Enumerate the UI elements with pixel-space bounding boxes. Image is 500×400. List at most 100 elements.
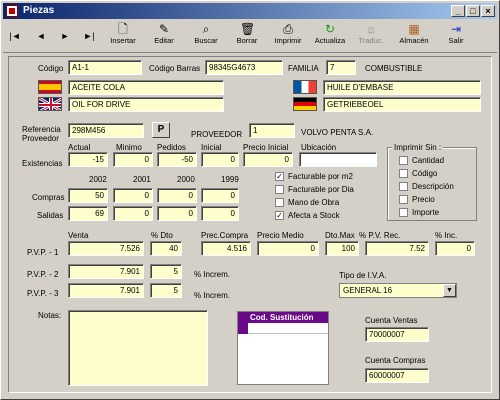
dto-max-header: Dto.Max [325, 231, 355, 240]
maximize-icon[interactable]: □ [466, 5, 480, 17]
compras-label: Compras [32, 193, 65, 202]
p-button[interactable]: P [152, 122, 170, 138]
pvp2-venta-field[interactable]: 7.901 [68, 264, 144, 279]
pvp2-dto-field[interactable]: 5 [150, 264, 182, 279]
pvp3-label: P.V.P. - 3 [27, 289, 59, 298]
imprimir-sin-importe-checkbox[interactable] [399, 208, 408, 217]
edit-icon: ✎ [158, 22, 170, 36]
pvp1-label: P.V.P. - 1 [27, 248, 59, 257]
next-record-icon[interactable]: ► [59, 29, 71, 43]
new-document-icon: 🗋 [118, 22, 128, 36]
last-record-icon[interactable]: ►| [83, 29, 95, 43]
familia-name: COMBUSTIBLE [365, 64, 423, 73]
borrar-button[interactable]: 🗑 Borrar [228, 22, 266, 52]
toolbar: |◄ ◄ ► ►| 🗋 Insertar ✎ Editar ⌕ Buscar 🗑 Bor… [3, 21, 497, 53]
chevron-down-icon[interactable]: ▼ [443, 284, 456, 297]
almacen-button[interactable]: ▦ Almacén [393, 22, 435, 52]
notas-textarea[interactable] [68, 310, 208, 386]
existencias-inicial-field[interactable]: 0 [201, 152, 239, 167]
sustitucion-grid[interactable]: Cod. Sustitución [237, 311, 329, 385]
salidas-2001-field[interactable]: 0 [113, 206, 153, 221]
imprimir-sin-descripcion-checkbox[interactable] [399, 182, 408, 191]
printer-icon: ⎙ [283, 22, 293, 36]
dto-header: % Dto [151, 231, 173, 240]
cuenta-ventas-field[interactable]: 70000007 [365, 327, 429, 342]
pvp2-increm-label: % Increm. [194, 270, 231, 279]
afecta-stock-checkbox[interactable]: ✓ [275, 211, 284, 220]
imprimir-sin-descripcion-label: Descripción [412, 182, 454, 191]
facturable-m2-label: Facturable por m2 [288, 172, 353, 181]
app-icon [6, 5, 18, 17]
compras-2002-field[interactable]: 50 [68, 188, 108, 203]
prev-record-icon[interactable]: ◄ [35, 29, 47, 43]
table-row[interactable] [248, 323, 328, 334]
minimize-icon[interactable]: _ [451, 5, 465, 17]
inc-header: % Inc. [435, 231, 458, 240]
pvp3-venta-field[interactable]: 7.901 [68, 283, 144, 298]
ubicacion-field[interactable] [299, 152, 377, 167]
facturable-dia-checkbox[interactable] [275, 185, 284, 194]
desc-de-field[interactable]: GETRIEBEOEL [323, 97, 481, 112]
imprimir-sin-precio-checkbox[interactable] [399, 195, 408, 204]
year-2002-header: 2002 [89, 175, 107, 184]
salir-button[interactable]: ⇥ Salir [437, 22, 475, 52]
codigo-field[interactable]: A1-1 [68, 60, 142, 75]
imprimir-sin-codigo-label: Código [412, 169, 438, 178]
buscar-button[interactable]: ⌕ Buscar [187, 22, 225, 52]
compras-2001-field[interactable]: 0 [113, 188, 153, 203]
existencias-minimo-field[interactable]: 0 [113, 152, 153, 167]
desc-es-field[interactable]: ACEITE COLA [68, 80, 224, 95]
trash-icon: 🗑 [240, 22, 256, 36]
existencias-actual-field[interactable]: -15 [68, 152, 108, 167]
salidas-1999-field[interactable]: 0 [201, 206, 239, 221]
referencia-field[interactable]: 298M456 [68, 123, 144, 138]
compras-2000-field[interactable]: 0 [157, 188, 197, 203]
insertar-button[interactable]: 🗋 Insertar [104, 22, 142, 52]
salidas-2000-field[interactable]: 0 [157, 206, 197, 221]
familia-field[interactable]: 7 [326, 60, 356, 75]
traduc-button[interactable]: ☼ Traduc. [352, 22, 390, 52]
existencias-precio-inicial-field[interactable]: 0 [243, 152, 293, 167]
pvp1-precio-medio-field[interactable]: 0 [257, 241, 319, 256]
imprimir-button[interactable]: ⎙ Imprimir [269, 22, 307, 52]
pvp1-prec-compra-field[interactable]: 4.516 [201, 241, 251, 256]
pvp1-pvp-rec-field[interactable]: 7.52 [365, 241, 429, 256]
year-1999-header: 1999 [221, 175, 239, 184]
compras-1999-field[interactable]: 0 [201, 188, 239, 203]
imprimir-sin-cantidad-checkbox[interactable] [399, 156, 408, 165]
proveedor-code-field[interactable]: 1 [249, 123, 295, 138]
codigo-label: Código [38, 64, 64, 73]
salidas-2002-field[interactable]: 69 [68, 206, 108, 221]
desc-en-field[interactable]: OIL FOR DRIVE [68, 97, 224, 112]
pvp1-venta-field[interactable]: 7.526 [68, 241, 144, 256]
facturable-m2-checkbox[interactable]: ✓ [275, 172, 284, 181]
existencias-label: Existencias [22, 159, 63, 168]
close-icon[interactable]: × [481, 5, 495, 17]
year-2000-header: 2000 [177, 175, 195, 184]
precio-medio-header: Precio Medio [257, 231, 304, 240]
codigo-barras-field[interactable]: 98345G4673 [205, 60, 283, 75]
germany-flag-icon [293, 97, 317, 111]
proveedor-name: VOLVO PENTA S.A. [301, 128, 374, 137]
mano-obra-checkbox[interactable] [275, 198, 284, 207]
first-record-icon[interactable]: |◄ [9, 29, 21, 43]
prec-compra-header: Prec.Compra [201, 231, 249, 240]
existencias-pedidos-field[interactable]: -50 [157, 152, 197, 167]
pvp1-dto-max-field[interactable]: 100 [325, 241, 359, 256]
imprimir-sin-codigo-checkbox[interactable] [399, 169, 408, 178]
pvp3-dto-field[interactable]: 5 [150, 283, 182, 298]
editar-button[interactable]: ✎ Editar [145, 22, 183, 52]
venta-header: Venta [68, 231, 89, 240]
tipo-iva-select[interactable]: GENERAL 16 ▼ [339, 283, 457, 298]
desc-fr-field[interactable]: HUILE D'EMBASE [323, 80, 481, 95]
title-bar: Piezas _ □ × [3, 3, 497, 19]
proveedor-ref-label: Proveedor [22, 134, 59, 143]
warehouse-icon: ▦ [408, 22, 420, 36]
pvp1-dto-field[interactable]: 40 [150, 241, 182, 256]
cuenta-compras-field[interactable]: 60000007 [365, 368, 429, 383]
actualiza-button[interactable]: ↻ Actualiza [311, 22, 349, 52]
pvp1-inc-field[interactable]: 0 [435, 241, 475, 256]
familia-label: FAMILIA [288, 64, 319, 73]
mano-obra-label: Mano de Obra [288, 198, 340, 207]
codigo-barras-label: Código Barras [149, 64, 201, 73]
